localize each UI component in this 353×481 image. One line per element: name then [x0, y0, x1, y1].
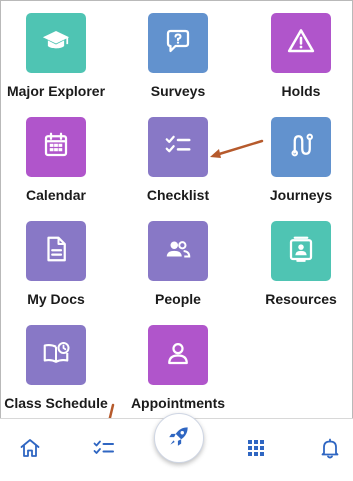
tile-label: Surveys: [150, 83, 206, 99]
document-icon: [41, 234, 71, 269]
nav-apps-button[interactable]: [236, 430, 276, 470]
grid-icon: [244, 436, 268, 465]
graduation-cap-icon: [41, 26, 71, 61]
warning-triangle-icon: [286, 26, 316, 61]
tile-journeys[interactable]: Journeys: [246, 117, 353, 217]
tile-major-explorer-box: [26, 13, 86, 73]
tile-label: Checklist: [146, 187, 210, 203]
tile-resources-box: [271, 221, 331, 281]
tile-my-docs-box: [26, 221, 86, 281]
tile-label: Calendar: [26, 187, 86, 203]
journey-path-icon: [286, 130, 316, 165]
tile-appointments-box: [148, 325, 208, 385]
people-icon: [163, 234, 193, 269]
tile-label: Major Explorer: [6, 83, 106, 99]
tile-label: Class Schedule: [4, 395, 108, 411]
tile-checklist-box: [148, 117, 208, 177]
tile-label: Journeys: [269, 187, 333, 203]
tile-people-box: [148, 221, 208, 281]
tile-people[interactable]: People: [123, 221, 233, 321]
tile-appointments[interactable]: Appointments: [123, 325, 233, 425]
tile-calendar[interactable]: Calendar: [1, 117, 111, 217]
calendar-icon: [41, 130, 71, 165]
nav-home-button[interactable]: [10, 430, 50, 470]
home-icon: [18, 436, 42, 465]
nav-checklist-button[interactable]: [84, 430, 124, 470]
tile-calendar-box: [26, 117, 86, 177]
tile-label: People: [155, 291, 201, 307]
tile-class-schedule-box: [26, 325, 86, 385]
tile-major-explorer[interactable]: Major Explorer: [1, 13, 111, 113]
bell-icon: [318, 436, 342, 465]
tile-label: Resources: [265, 291, 337, 307]
tile-resources[interactable]: Resources: [246, 221, 353, 321]
book-clock-icon: [41, 338, 71, 373]
nav-launch-button[interactable]: [154, 413, 204, 463]
resources-icon: [286, 234, 316, 269]
checklist-icon: [163, 130, 193, 165]
nav-notifications-button[interactable]: [310, 430, 350, 470]
tile-label: Appointments: [130, 395, 226, 411]
tile-my-docs[interactable]: My Docs: [1, 221, 111, 321]
person-icon: [163, 338, 193, 373]
tile-holds-box: [271, 13, 331, 73]
rocket-icon: [166, 423, 192, 454]
tile-class-schedule[interactable]: Class Schedule: [1, 325, 111, 425]
tile-label: My Docs: [27, 291, 85, 307]
tile-label: Holds: [281, 83, 321, 99]
tile-journeys-box: [271, 117, 331, 177]
checklist-icon: [92, 436, 116, 465]
tile-holds[interactable]: Holds: [246, 13, 353, 113]
tile-checklist[interactable]: Checklist: [123, 117, 233, 217]
tile-surveys-box: [148, 13, 208, 73]
speech-bubble-question-icon: [163, 26, 193, 61]
tile-surveys[interactable]: Surveys: [123, 13, 233, 113]
